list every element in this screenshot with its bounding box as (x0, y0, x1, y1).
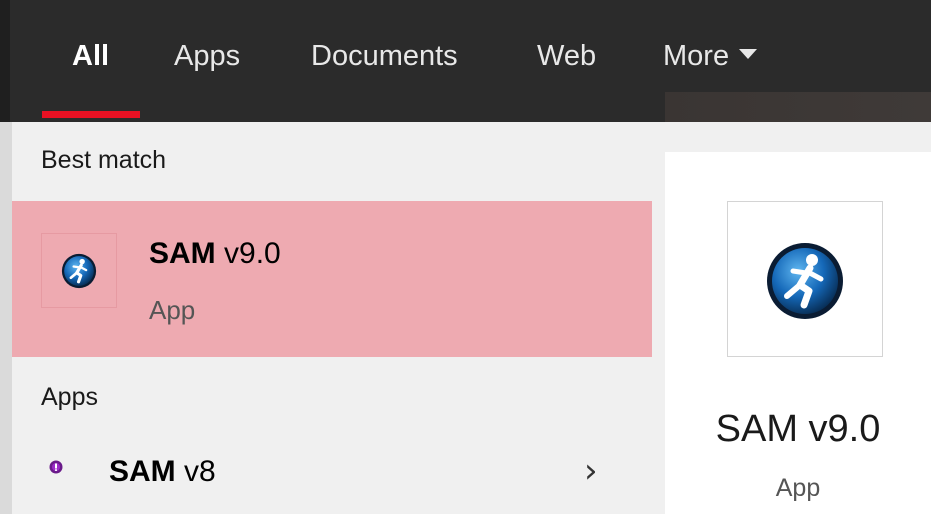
best-match-title-rest: v9.0 (215, 237, 281, 270)
preview-subtitle: App (775, 474, 821, 502)
best-match-heading: Best match (41, 146, 167, 174)
best-match-title: SAM v9.0 (149, 237, 281, 271)
search-scope-tabs: All Apps Documents Web More (0, 0, 931, 122)
tab-all[interactable]: All (72, 36, 109, 76)
list-item-title-strong: SAM (109, 455, 176, 488)
topbar-shade (665, 92, 931, 122)
tab-web[interactable]: Web (537, 36, 596, 76)
sam-v8-icon (49, 460, 63, 474)
preview-title: SAM v9.0 (715, 408, 881, 450)
results-list: Best match SAM v9.0 App Apps SAM v8 › (12, 122, 652, 514)
topbar-edge (0, 0, 10, 122)
preview-icon-frame (727, 201, 883, 357)
chevron-down-icon (739, 49, 758, 60)
best-match-subtitle: App (149, 295, 196, 325)
active-tab-indicator (42, 111, 140, 118)
apps-heading: Apps (41, 383, 98, 411)
best-match-icon-frame (41, 233, 117, 308)
tab-more-label: More (663, 40, 730, 72)
list-item-title: SAM v8 (109, 455, 216, 489)
runner-icon (61, 253, 97, 289)
runner-icon (767, 243, 843, 319)
left-edge (0, 122, 12, 514)
preview-card: SAM v9.0 App (665, 152, 931, 514)
best-match-result[interactable]: SAM v9.0 App (12, 201, 652, 357)
tab-documents[interactable]: Documents (311, 36, 458, 76)
best-match-title-strong: SAM (149, 237, 216, 270)
tab-apps[interactable]: Apps (174, 36, 240, 76)
list-item-title-rest: v8 (175, 455, 216, 488)
chevron-right-icon[interactable]: › (584, 451, 598, 491)
tab-more[interactable]: More (663, 36, 758, 76)
list-item[interactable]: SAM v8 › (12, 445, 652, 505)
